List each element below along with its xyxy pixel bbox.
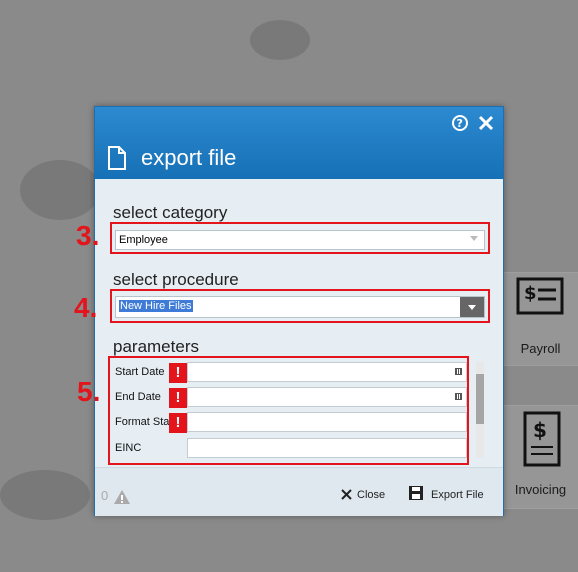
invoice-icon: $ <box>523 411 561 467</box>
close-button[interactable]: Close <box>341 484 391 504</box>
parameters-scrollbar[interactable] <box>476 362 484 458</box>
background-splash <box>20 160 100 220</box>
dialog-footer: 0 Close Export File <box>95 467 503 516</box>
svg-text:?: ? <box>457 117 463 130</box>
close-icon <box>341 489 352 500</box>
background-splash <box>0 470 90 520</box>
svg-text:$: $ <box>533 418 547 442</box>
background-splash <box>250 20 310 60</box>
step-3-label: 3. <box>76 220 100 251</box>
annotation-box-procedure <box>110 289 490 323</box>
step-5-label: 5. <box>77 376 101 407</box>
svg-text:$: $ <box>524 283 537 304</box>
close-icon[interactable] <box>478 115 494 131</box>
annotation-box-parameters <box>108 356 469 465</box>
payroll-label: Payroll <box>520 341 561 356</box>
dialog-header: ? export file <box>95 107 503 179</box>
check-icon: $ <box>516 277 564 315</box>
step-4-label: 4. <box>74 292 98 323</box>
warning-icon <box>114 490 130 504</box>
scrollbar-thumb[interactable] <box>476 374 484 424</box>
invoicing-tile[interactable]: $ Invoicing <box>503 405 578 509</box>
help-icon[interactable]: ? <box>451 114 469 132</box>
export-file-button[interactable]: Export File <box>408 482 498 504</box>
document-icon <box>108 146 126 170</box>
dialog-title: export file <box>141 145 237 170</box>
select-procedure-label: select procedure <box>113 270 239 289</box>
save-icon <box>409 486 423 500</box>
export-file-button-label: Export File <box>431 489 484 501</box>
select-category-label: select category <box>113 203 228 222</box>
annotation-box-category <box>110 222 490 254</box>
invoicing-label: Invoicing <box>514 482 567 497</box>
payroll-tile[interactable]: $ Payroll <box>503 272 578 366</box>
close-button-label: Close <box>357 489 386 501</box>
error-count: 0 <box>101 488 109 503</box>
parameters-label: parameters <box>113 337 199 356</box>
